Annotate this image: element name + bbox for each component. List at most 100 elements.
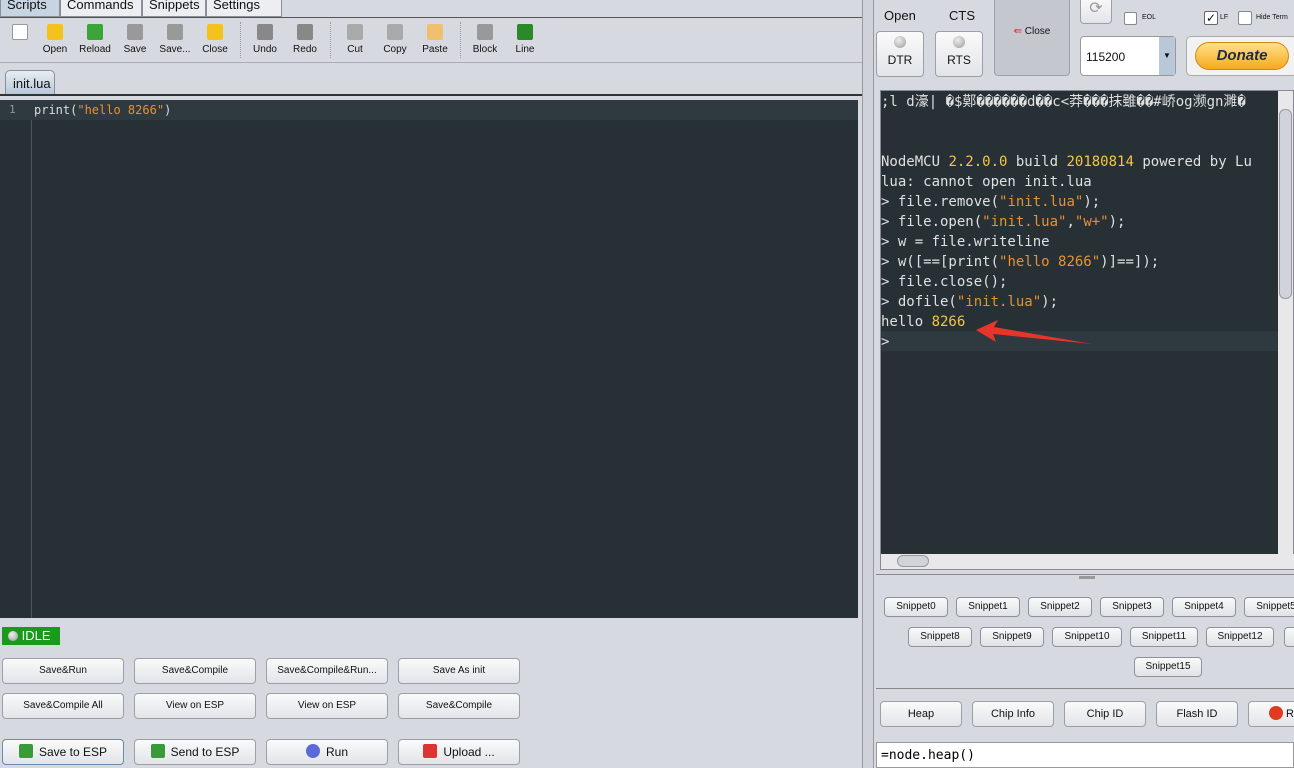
rts-button[interactable]: RTS [935,31,983,77]
refresh-ports-button[interactable]: ⟳ [1080,0,1112,24]
snippet-button[interactable]: Snippet4 [1172,597,1236,617]
snippet-button[interactable] [1284,627,1294,647]
tab-snippets[interactable]: Snippets [142,0,206,17]
terminal-line: > file.remove("init.lua"); [881,194,1101,210]
toolbar-separator [240,22,241,58]
toolbar-save-button[interactable]: Save [115,22,155,55]
toolbar-label: Close [202,44,228,55]
command-button-r[interactable]: R [1248,701,1294,727]
toolbar-label: Save [123,44,147,55]
button-send-to-esp[interactable]: Send to ESP [134,739,256,765]
button-run[interactable]: Run [266,739,388,765]
eol-label: EOL [1142,14,1157,21]
toolbar-paste-button[interactable]: Paste [415,22,455,55]
hide-term-label: Hide Term [1256,14,1288,21]
toolbar-line-button[interactable]: Line [505,22,545,55]
donate-button[interactable]: Donate [1186,36,1294,76]
terminal-line: NodeMCU 2.2.0.0 build 20180814 powered b… [881,154,1252,170]
toolbar-label: Copy [383,44,407,55]
tab-scripts[interactable]: Scripts [0,0,60,17]
tab-settings[interactable]: Settings [206,0,282,17]
toolbar-close-button[interactable]: Close [195,22,235,55]
hide-term-checkbox[interactable] [1238,11,1252,25]
save-as-icon [167,24,183,40]
paste-icon [427,24,443,40]
toolbar-label: Block [472,44,498,55]
toolbar-save-button[interactable]: Save... [155,22,195,55]
disconnect-icon: ⇚ [1013,26,1023,37]
undo-icon [257,24,273,40]
upload-icon [423,744,438,758]
button-view-on-esp[interactable]: View on ESP [266,693,388,719]
button-label: Send to ESP [170,745,240,759]
tab-commands[interactable]: Commands [60,0,142,17]
toolbar-label: Open [42,44,68,55]
toolbar-copy-button[interactable]: Copy [375,22,415,55]
command-button-chip-id[interactable]: Chip ID [1064,701,1146,727]
toolbar-undo-button[interactable]: Undo [245,22,285,55]
terminal-line: > file.open("init.lua","w+"); [881,214,1126,230]
toolbar-new-button[interactable] [0,22,40,44]
terminal-vertical-scrollbar[interactable] [1278,91,1293,554]
button-save-compile-all[interactable]: Save&Compile All [2,693,124,719]
code-line: print("hello 8266") [34,103,172,117]
snippet-button[interactable]: Snippet3 [1100,597,1164,617]
snippet-button[interactable]: Snippet2 [1028,597,1092,617]
terminal-line: > file.close(); [881,274,1008,290]
snippet-button[interactable]: Snippet5 [1244,597,1294,617]
snippet-button[interactable]: Snippet10 [1052,627,1122,647]
command-button-heap[interactable]: Heap [880,701,962,727]
toolbar-label: Cut [347,44,363,55]
command-input[interactable] [876,742,1294,768]
button-save-compile-run-[interactable]: Save&Compile&Run... [266,658,388,684]
snippet-button[interactable]: Snippet15 [1134,657,1202,677]
snippet-button[interactable]: Snippet8 [908,627,972,647]
baud-rate-select[interactable]: 115200 ▼ [1080,36,1176,76]
toolbar-label: Paste [422,44,448,55]
folder-open-icon [47,24,63,40]
code-editor[interactable]: 1 print("hello 8266") [0,100,858,618]
button-save-run[interactable]: Save&Run [2,658,124,684]
toolbar-label: Undo [253,44,277,55]
dtr-button[interactable]: DTR [876,31,924,77]
toolbar-cut-button[interactable]: Cut [335,22,375,55]
terminal-line: > w([==[print("hello 8266")]==]); [881,254,1160,270]
block-icon [477,24,493,40]
line-icon [517,24,533,40]
terminal-line: > dofile("init.lua"); [881,294,1059,310]
split-pane-divider[interactable] [862,0,874,768]
button-save-to-esp[interactable]: Save to ESP [2,739,124,765]
command-button-flash-id[interactable]: Flash ID [1156,701,1238,727]
button-save-compile[interactable]: Save&Compile [134,658,256,684]
button-save-as-init[interactable]: Save As init [398,658,520,684]
reload-icon [87,24,103,40]
snippet-button[interactable]: Snippet1 [956,597,1020,617]
toolbar-label: Reload [79,44,111,55]
snippet-button[interactable]: Snippet11 [1130,627,1198,647]
line-gutter [0,100,32,618]
file-tab-init-lua[interactable]: init.lua [5,70,55,94]
annotation-arrow [976,320,1092,344]
eol-checkbox[interactable] [1124,12,1137,25]
terminal-horizontal-scrollbar[interactable] [881,554,1294,569]
toolbar-open-button[interactable]: Open [35,22,75,55]
toolbar-block-button[interactable]: Block [465,22,505,55]
left-panel: Scripts Commands Snippets Settings Open Relo… [0,0,862,768]
toolbar-reload-button[interactable]: Reload [75,22,115,55]
lf-checkbox[interactable]: ✓ [1204,11,1218,25]
snippet-button[interactable]: Snippet9 [980,627,1044,647]
command-button-chip-info[interactable]: Chip Info [972,701,1054,727]
snippet-button[interactable]: Snippet12 [1206,627,1274,647]
button-upload-[interactable]: Upload ... [398,739,520,765]
open-label: Open [884,8,916,23]
refresh-icon: ⟳ [1089,0,1103,17]
button-view-on-esp[interactable]: View on ESP [134,693,256,719]
button-save-compile[interactable]: Save&Compile [398,693,520,719]
save-icon [127,24,143,40]
toolbar-redo-button[interactable]: Redo [285,22,325,55]
snippet-button[interactable]: Snippet0 [884,597,948,617]
close-port-button[interactable]: ⇚ Close [994,0,1070,76]
run-icon [305,744,320,758]
toolbar-separator [330,22,331,58]
toolbar-label: Save... [159,44,191,55]
